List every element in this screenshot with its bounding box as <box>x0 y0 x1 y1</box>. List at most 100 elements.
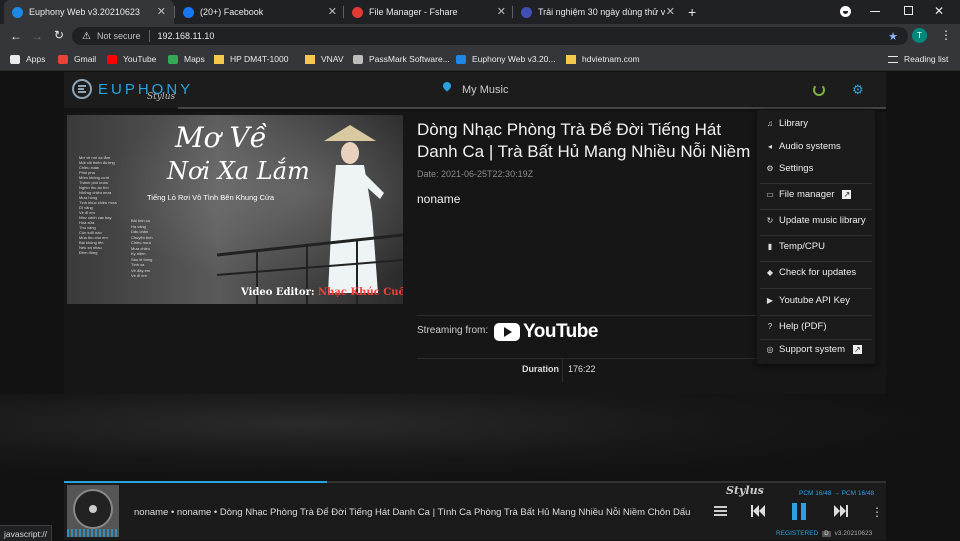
maps-icon <box>168 54 178 64</box>
duration-value: 176:22 <box>568 364 596 374</box>
external-link-icon: ↗ <box>853 344 862 354</box>
progress-track[interactable] <box>64 481 886 483</box>
menu-item-file-manager[interactable]: ▭ File manager ↗ <box>765 188 852 200</box>
settings-gear-icon[interactable]: ⚙ <box>852 82 864 98</box>
menu-item-check-for-updates[interactable]: ◆ Check for updates <box>765 266 856 278</box>
music-note-icon: ♫ <box>767 118 773 128</box>
menu-item-audio-systems[interactable]: ◂ Audio systems <box>765 140 841 152</box>
youtube-logo[interactable]: YouTube <box>494 321 598 343</box>
tab-close-icon[interactable]: ✕ <box>328 5 337 18</box>
divider <box>417 358 757 359</box>
tab-title: Trải nghiệm 30 ngày dùng thử v <box>538 7 666 17</box>
menu-item-label: File manager <box>779 188 835 200</box>
profile-menu-icon[interactable] <box>840 6 851 17</box>
cover-title-line2: Nơi Xa Lắm <box>167 157 310 185</box>
bookmark-maps[interactable]: Maps <box>168 52 205 66</box>
menu-item-label: Support system <box>779 343 845 355</box>
menu-item-label: Youtube API Key <box>779 294 850 306</box>
menu-item-label: Library <box>779 117 809 129</box>
now-playing-text[interactable]: noname • noname • Dòng Nhạc Phòng Trà Để… <box>134 507 704 518</box>
refresh-icon: ↻ <box>766 215 774 225</box>
cloud-icon <box>352 6 363 18</box>
forum-icon <box>521 6 532 18</box>
youtube-icon <box>107 54 117 64</box>
player-more-icon[interactable]: ⋮ <box>871 505 883 519</box>
restore-button[interactable] <box>904 6 913 15</box>
cover-subtitle: Tiếng Lò Rơi Vô Tình Bên Khung Cửa <box>147 193 275 202</box>
minimize-button[interactable] <box>870 11 880 12</box>
bookmark-youtube[interactable]: YouTube <box>107 52 156 66</box>
cover-tracklist-item: Đêm đông <box>79 250 98 255</box>
bookmark-star-icon[interactable]: ★ <box>888 30 898 43</box>
cover-tracklist-right: Bài tình ca Hạ vàng Dấu chân Chuyện tình Chi… <box>131 218 181 279</box>
audio-format: PCM 16/48 → PCM 16/48 <box>799 490 875 497</box>
tab-close-icon[interactable]: ✕ <box>497 5 506 18</box>
queue-list-icon[interactable] <box>714 506 727 516</box>
menu-item-youtube-api-key[interactable]: ▶ Youtube API Key <box>765 294 850 306</box>
menu-item-library[interactable]: ♫ Library <box>765 117 808 129</box>
tab-facebook[interactable]: (20+) Facebook ✕ <box>175 0 345 24</box>
bookmark-label: Apps <box>26 54 46 64</box>
power-icon[interactable] <box>813 84 825 96</box>
folder-icon <box>566 54 576 64</box>
tab-cloud[interactable]: File Manager - Fshare ✕ <box>344 0 514 24</box>
tab-close-icon[interactable]: ✕ <box>157 5 166 18</box>
header-underline <box>178 107 886 109</box>
tab-forum[interactable]: Trải nghiệm 30 ngày dùng thử v ✕ <box>513 0 683 24</box>
menu-divider <box>760 209 872 210</box>
previous-track-icon[interactable] <box>751 505 765 517</box>
tab-separator <box>343 6 344 18</box>
menu-divider <box>760 261 872 262</box>
tab-close-icon[interactable]: ✕ <box>666 5 675 18</box>
menu-item-settings[interactable]: ⚙ Settings <box>765 162 813 174</box>
tab-title: File Manager - Fshare <box>369 7 458 17</box>
album-cover[interactable]: Mơ về nơi xa lắm Một cõi thiên đường Chiều… <box>67 115 403 304</box>
tab-separator <box>174 6 175 18</box>
chrome-menu-icon[interactable]: ⋮ <box>940 28 952 42</box>
close-window-button[interactable]: ✕ <box>934 4 944 18</box>
bookmark-label: PassMark Software... <box>369 54 450 64</box>
menu-item-temp-cpu[interactable]: ▮ Temp/CPU <box>765 240 825 252</box>
lifebuoy-icon: ◎ <box>766 344 774 354</box>
pause-icon[interactable] <box>792 503 806 520</box>
bookmark-apps[interactable]: Apps <box>10 52 45 66</box>
reading-list-icon <box>888 55 898 63</box>
player-thumbnail[interactable] <box>67 485 119 537</box>
reload-icon[interactable]: ↻ <box>54 28 64 42</box>
menu-item-label: Temp/CPU <box>779 240 825 252</box>
new-tab-button[interactable]: + <box>688 4 696 20</box>
bookmark-label: Maps <box>184 54 205 64</box>
menu-divider <box>760 339 872 340</box>
omnibox[interactable]: ⚠ Not secure 192.168.11.10 ★ <box>72 27 908 45</box>
tab-euphony[interactable]: Euphony Web v3.20210623 ✕ <box>4 0 174 24</box>
back-icon[interactable]: ← <box>10 29 22 43</box>
profile-avatar[interactable]: T <box>912 28 927 43</box>
menu-item-help-pdf[interactable]: ? Help (PDF) <box>765 320 827 332</box>
registered-badge: D <box>822 530 831 537</box>
bookmark-gmail[interactable]: Gmail <box>58 52 96 66</box>
passmark-icon <box>353 54 363 64</box>
menu-item-update-music-library[interactable]: ↻ Update music library <box>765 214 866 226</box>
track-artist[interactable]: noname <box>417 192 460 206</box>
track-date: Date: 2021-06-25T22:30:19Z <box>417 169 534 179</box>
forward-icon[interactable]: → <box>31 29 43 43</box>
menu-item-support-system[interactable]: ◎ Support system ↗ <box>765 343 862 355</box>
bookmark-vnav[interactable]: VNAV <box>305 52 344 66</box>
bookmark-euphony-web-v3-20[interactable]: Euphony Web v3.20... <box>456 52 555 66</box>
bookmark-label: hdvietnam.com <box>582 54 640 64</box>
bookmark-passmark-software[interactable]: PassMark Software... <box>353 52 450 66</box>
background-art <box>0 394 960 482</box>
reading-list-button[interactable]: Reading list <box>888 52 948 66</box>
url-text[interactable]: 192.168.11.10 <box>158 31 215 41</box>
menu-item-label: Audio systems <box>779 140 841 152</box>
external-link-icon: ↗ <box>842 189 852 199</box>
vinyl-disc-icon <box>73 489 113 529</box>
euphony-icon <box>456 54 466 64</box>
stylus-signature: Stylus <box>726 484 764 497</box>
my-music-label[interactable]: My Music <box>462 84 508 96</box>
bookmark-hdvietnam-com[interactable]: hdvietnam.com <box>566 52 640 66</box>
next-track-icon[interactable] <box>834 505 848 517</box>
cover-title-line1: Mơ Về <box>175 121 267 154</box>
registered-status: REGISTERED D v3.20210623 <box>776 530 873 537</box>
bookmark-hp-dm4t-1000[interactable]: HP DM4T-1000 <box>214 52 288 66</box>
